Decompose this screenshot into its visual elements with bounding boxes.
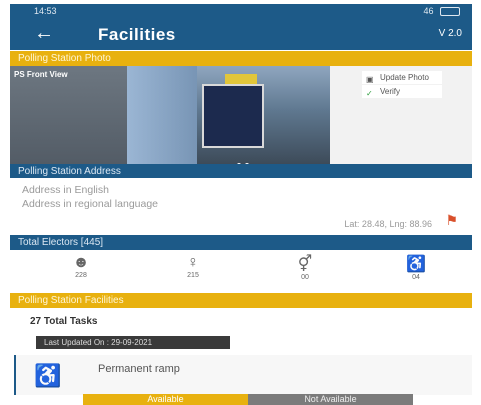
last-updated-badge: Last Updated On : 29-09-2021 xyxy=(36,336,230,349)
facility-label: Permanent ramp xyxy=(98,363,180,375)
voter-counts: ☻ 228 ♀ 215 ⚥ 00 ♿ 04 xyxy=(10,250,472,290)
pwd-voters: ♿ 04 xyxy=(396,254,436,281)
female-voter-count: 215 xyxy=(187,272,199,279)
address-section-header: Polling Station Address xyxy=(10,164,472,179)
carousel-dots xyxy=(235,154,251,164)
photo-door xyxy=(202,84,264,148)
photo-wall xyxy=(127,66,197,164)
station-photo-image xyxy=(127,66,330,164)
verify-menu-item[interactable]: ✓ Verify xyxy=(362,85,442,98)
status-right: 46 xyxy=(423,6,460,17)
ramp-icon: ♿ xyxy=(34,363,62,388)
pwd-voter-count: 04 xyxy=(412,274,420,281)
photo-section-header: Polling Station Photo xyxy=(10,51,472,66)
check-icon: ✓ xyxy=(366,89,373,98)
male-voter-icon: ☻ xyxy=(72,254,90,271)
female-voter-icon: ♀ xyxy=(187,254,199,271)
address-panel: Address in English Address in regional l… xyxy=(10,178,472,236)
voters-section-header: Total Electors [445] xyxy=(10,235,472,250)
male-voter-count: 228 xyxy=(75,272,87,279)
male-voters: ☻ 228 xyxy=(61,254,101,279)
photo-caption: PS Front View xyxy=(14,70,68,79)
photo-sign xyxy=(225,74,257,84)
pwd-voter-icon: ♿ xyxy=(406,256,426,273)
third-gender-count: 00 xyxy=(301,274,309,281)
status-bar: 14:53 46 xyxy=(10,4,472,18)
available-button[interactable]: Available xyxy=(83,394,248,405)
facility-card: ♿ Permanent ramp xyxy=(14,355,472,395)
back-arrow-icon[interactable]: ← xyxy=(34,22,54,45)
third-gender-voters: ⚥ 00 xyxy=(285,254,325,281)
page-title: Facilities xyxy=(98,25,176,44)
verify-label: Verify xyxy=(380,87,401,96)
app-bar: ← Facilities V 2.0 xyxy=(10,18,472,50)
female-voters: ♀ 215 xyxy=(173,254,213,279)
total-tasks: 27 Total Tasks xyxy=(30,316,98,327)
update-photo-label: Update Photo xyxy=(380,73,429,82)
address-english: Address in English xyxy=(22,184,109,196)
map-pin-icon[interactable]: ⚑ xyxy=(445,212,458,229)
address-regional: Address in regional language xyxy=(22,198,159,210)
status-time: 14:53 xyxy=(34,6,57,16)
photo-left-panel: PS Front View xyxy=(10,66,127,164)
battery-icon xyxy=(440,7,460,17)
update-photo-menu-item[interactable]: ▣ Update Photo xyxy=(362,71,442,84)
third-gender-icon: ⚥ xyxy=(297,256,313,273)
network-indicator: 46 xyxy=(423,6,434,16)
app-version: V 2.0 xyxy=(438,28,462,39)
coordinates: Lat: 28.48, Lng: 88.96 xyxy=(344,219,432,229)
not-available-button[interactable]: Not Available xyxy=(248,394,413,405)
facilities-section-header: Polling Station Facilities xyxy=(10,293,472,308)
